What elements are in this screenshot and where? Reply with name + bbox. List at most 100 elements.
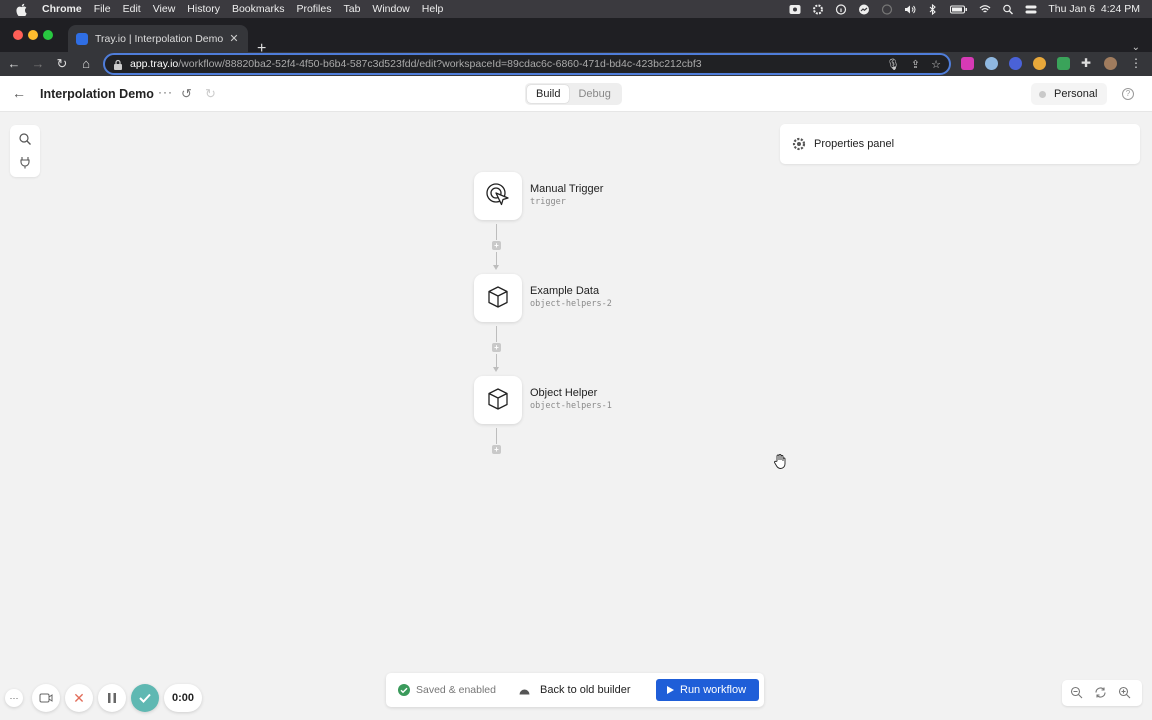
- play-icon: [667, 686, 674, 694]
- node-label: Example Data: [530, 285, 600, 297]
- address-bar[interactable]: app.tray.io/workflow/88820ba2-52f4-4f50-…: [103, 53, 951, 75]
- zoom-out-icon[interactable]: [1070, 686, 1083, 699]
- help-icon[interactable]: ?: [1122, 88, 1134, 100]
- profile-avatar[interactable]: [1104, 57, 1117, 70]
- control-center-icon[interactable]: [1025, 4, 1037, 15]
- browser-menu-icon[interactable]: ⋮: [1130, 57, 1143, 70]
- properties-panel[interactable]: Properties panel: [780, 124, 1140, 164]
- canvas-tools: [10, 125, 40, 177]
- browser-tabstrip: Tray.io | Interpolation Demo ✕ + ⌄: [0, 18, 1152, 57]
- lock-icon[interactable]: [113, 59, 123, 70]
- node-sublabel: object-helpers-1: [530, 401, 612, 411]
- back-arrow-icon[interactable]: ←: [12, 85, 26, 101]
- connector-arrowhead: [493, 265, 499, 270]
- save-status: Saved & enabled: [398, 684, 496, 696]
- volume-icon[interactable]: [904, 4, 916, 15]
- workspace-name: Personal: [1054, 88, 1098, 100]
- menu-tab[interactable]: Tab: [343, 3, 360, 15]
- build-debug-toggle: Build Debug: [525, 83, 622, 105]
- menu-view[interactable]: View: [153, 3, 176, 15]
- info-icon[interactable]: [835, 3, 847, 15]
- url-path: /workflow/88820ba2-52f4-4f50-b6b4-587c3d…: [178, 58, 702, 70]
- workflow-title[interactable]: Interpolation Demo: [40, 87, 154, 101]
- menu-window[interactable]: Window: [372, 3, 409, 15]
- connector-line: [496, 428, 497, 444]
- tab-build[interactable]: Build: [527, 85, 570, 103]
- home-icon[interactable]: ⌂: [78, 56, 94, 72]
- check-circle-icon: [398, 684, 410, 696]
- builder-hat-icon: [519, 686, 530, 695]
- connector-line: [496, 252, 497, 266]
- add-step-button[interactable]: +: [492, 241, 501, 250]
- tray-favicon-icon: [76, 32, 88, 45]
- menu-help[interactable]: Help: [422, 3, 444, 15]
- window-zoom-button[interactable]: [43, 30, 53, 40]
- extension-icon[interactable]: [961, 57, 974, 70]
- add-step-button[interactable]: +: [492, 445, 501, 454]
- run-workflow-button[interactable]: Run workflow: [656, 679, 759, 701]
- node-example-data[interactable]: [474, 274, 522, 322]
- search-icon[interactable]: [18, 132, 32, 146]
- forward-arrow-icon[interactable]: →: [30, 56, 46, 72]
- tab-debug[interactable]: Debug: [569, 85, 619, 103]
- reset-zoom-icon[interactable]: [1094, 686, 1107, 699]
- zoom-in-icon[interactable]: [1118, 686, 1131, 699]
- apple-icon[interactable]: [16, 3, 30, 16]
- gear-icon[interactable]: [812, 4, 824, 15]
- spotlight-search-icon[interactable]: [1002, 4, 1014, 15]
- microphone-icon[interactable]: 🎙︎: [886, 58, 900, 71]
- window-minimize-button[interactable]: [28, 30, 38, 40]
- menu-profiles[interactable]: Profiles: [296, 3, 331, 15]
- menubar-datetime[interactable]: Thu Jan 6 4:24 PM: [1048, 3, 1140, 15]
- gear-icon: [792, 137, 806, 151]
- tab-close-icon[interactable]: ✕: [228, 32, 240, 45]
- undo-icon[interactable]: ↺: [181, 86, 192, 102]
- menu-bookmarks[interactable]: Bookmarks: [232, 3, 285, 15]
- menu-file[interactable]: File: [94, 3, 111, 15]
- browser-tab-active[interactable]: Tray.io | Interpolation Demo ✕: [68, 25, 248, 52]
- menu-history[interactable]: History: [187, 3, 220, 15]
- window-close-button[interactable]: [13, 30, 23, 40]
- extension-icon[interactable]: [985, 57, 998, 70]
- bluetooth-icon[interactable]: [927, 3, 939, 15]
- node-sublabel: trigger: [530, 197, 566, 207]
- node-label: Manual Trigger: [530, 183, 604, 195]
- share-icon[interactable]: ⇪: [911, 58, 920, 71]
- recorder-finish-button[interactable]: [131, 684, 159, 712]
- node-object-helper[interactable]: [474, 376, 522, 424]
- node-sublabel: object-helpers-2: [530, 299, 612, 309]
- cube-icon: [485, 386, 511, 415]
- record-icon[interactable]: [789, 4, 801, 15]
- menu-app-name[interactable]: Chrome: [42, 3, 82, 15]
- do-not-disturb-icon[interactable]: [881, 3, 893, 15]
- recorder-timer: 0:00: [164, 684, 202, 712]
- back-to-old-builder-button[interactable]: Back to old builder: [507, 679, 641, 701]
- bookmark-star-icon[interactable]: ☆: [931, 58, 941, 71]
- back-arrow-icon[interactable]: ←: [6, 56, 22, 72]
- recorder-camera-button[interactable]: [32, 684, 60, 712]
- macos-menubar: Chrome File Edit View History Bookmarks …: [0, 0, 1152, 18]
- extension-icon[interactable]: [1009, 57, 1022, 70]
- hand-pointer-cursor-icon: [773, 454, 787, 469]
- zoom-controls: [1062, 680, 1142, 706]
- extension-icon[interactable]: [1033, 57, 1046, 70]
- node-manual-trigger[interactable]: [474, 172, 522, 220]
- wifi-icon[interactable]: [979, 4, 991, 15]
- reload-icon[interactable]: ↻: [54, 56, 70, 72]
- workspace-status-dot: [1039, 90, 1046, 98]
- cursor-click-icon: [485, 182, 511, 211]
- extension-icon[interactable]: [1057, 57, 1070, 70]
- connector-plug-icon[interactable]: [18, 155, 32, 169]
- add-step-button[interactable]: +: [492, 343, 501, 352]
- messenger-icon[interactable]: [858, 4, 870, 15]
- workspace-selector[interactable]: Personal: [1031, 83, 1108, 105]
- recorder-cancel-button[interactable]: ✕: [65, 684, 93, 712]
- properties-panel-title: Properties panel: [814, 138, 895, 150]
- menu-edit[interactable]: Edit: [123, 3, 141, 15]
- more-options-icon[interactable]: ···: [158, 85, 173, 99]
- recorder-pause-button[interactable]: [98, 684, 126, 712]
- battery-icon[interactable]: [950, 4, 968, 15]
- extensions-puzzle-icon[interactable]: ✚: [1081, 57, 1094, 70]
- cube-icon: [485, 284, 511, 313]
- recorder-more-button[interactable]: ···: [5, 689, 23, 707]
